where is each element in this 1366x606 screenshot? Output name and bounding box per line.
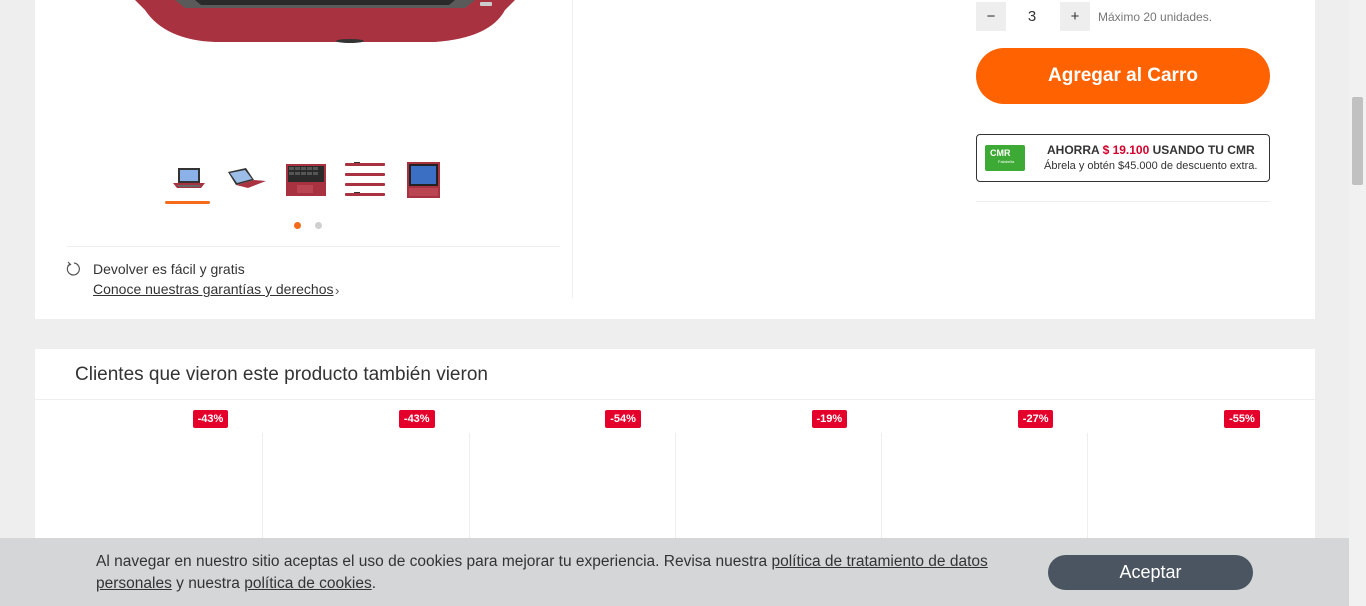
divider	[35, 399, 1315, 400]
discount-badge: -55%	[1224, 410, 1260, 428]
return-icon	[66, 261, 80, 276]
cmr-logo: CMR Falabella	[985, 145, 1025, 171]
thumbnail-2[interactable]	[224, 158, 269, 202]
carousel-dots	[294, 222, 322, 229]
cookie-policy-link[interactable]: política de cookies	[244, 575, 372, 592]
cmr-savings-amount: $ 19.100	[1102, 143, 1150, 157]
warranty-rights-link[interactable]: Conoce nuestras garantías y derechos	[93, 281, 333, 297]
add-to-cart-button[interactable]: Agregar al Carro	[976, 48, 1270, 104]
chevron-right-icon: ›	[335, 283, 340, 298]
return-policy-text: Devolver es fácil y gratis	[93, 261, 245, 277]
discount-badge: -43%	[192, 410, 229, 428]
quantity-value[interactable]: 3	[1017, 8, 1047, 25]
carousel-dot-2[interactable]	[315, 222, 322, 229]
scrollbar-thumb[interactable]	[1352, 97, 1363, 185]
quantity-max-note: Máximo 20 unidades.	[1098, 10, 1213, 24]
discount-badge: -27%	[1017, 410, 1054, 428]
thumbnail-5[interactable]	[401, 158, 446, 202]
cookie-banner: Al navegar en nuestro sitio aceptas el u…	[0, 538, 1349, 606]
page-scrollbar[interactable]	[1349, 0, 1366, 606]
product-main-image[interactable]	[135, 0, 515, 50]
divider	[976, 201, 1270, 202]
column-divider	[572, 0, 573, 298]
discount-badge: -43%	[398, 410, 435, 428]
recommendations-title: Clientes que vieron este producto tambié…	[75, 364, 488, 385]
discount-badge: -19%	[811, 410, 848, 428]
quantity-increase-button[interactable]: +	[1060, 2, 1090, 31]
thumbnail-strip	[165, 158, 446, 204]
thumbnail-1[interactable]	[165, 158, 210, 204]
cmr-detail-text: Ábrela y obtén $45.000 de descuento extr…	[1044, 160, 1258, 172]
cmr-promo-banner: CMR Falabella AHORRA $ 19.100 USANDO TU …	[976, 134, 1270, 182]
divider	[67, 246, 560, 247]
thumbnail-4[interactable]	[342, 158, 387, 202]
cmr-savings-line: AHORRA $ 19.100 USANDO TU CMR	[1047, 143, 1255, 157]
carousel-dot-1[interactable]	[294, 222, 301, 229]
discount-badge: -54%	[605, 410, 641, 428]
product-panel: Devolver es fácil y gratis Conoce nuestr…	[35, 0, 1315, 319]
cookie-notice-text: Al navegar en nuestro sitio aceptas el u…	[96, 553, 988, 592]
thumbnail-3[interactable]	[283, 158, 328, 202]
accept-cookies-button[interactable]: Aceptar	[1048, 555, 1253, 590]
quantity-decrease-button[interactable]: −	[976, 2, 1006, 31]
